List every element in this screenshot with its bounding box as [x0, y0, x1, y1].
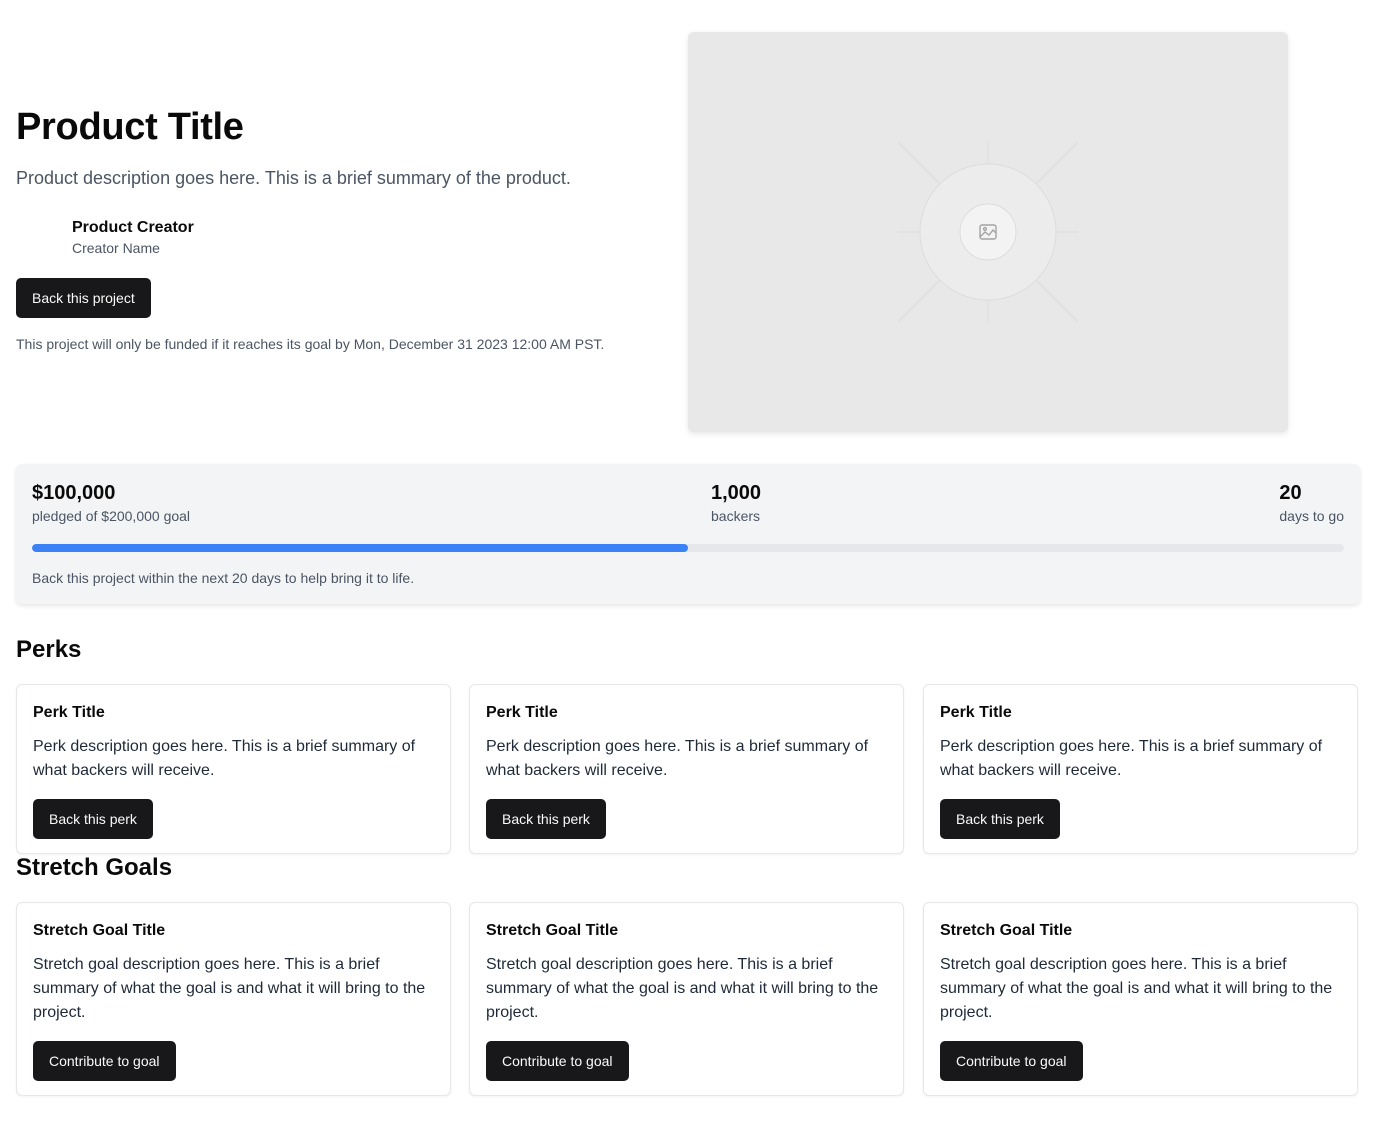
contribute-goal-button[interactable]: Contribute to goal — [940, 1041, 1083, 1081]
image-placeholder-icon — [897, 141, 1079, 323]
backers-stat: 1,000 backers — [711, 482, 761, 524]
back-perk-button[interactable]: Back this perk — [33, 799, 153, 839]
perk-title: Perk Title — [33, 704, 105, 721]
backers-count: 1,000 — [711, 482, 762, 504]
stretch-goal-title: Stretch Goal Title — [940, 922, 1073, 939]
perk-title: Perk Title — [486, 704, 558, 721]
days-label: days to go — [1279, 508, 1344, 524]
stretch-goals-heading: Stretch Goals — [16, 854, 173, 881]
hero-section: Product Title Product description goes h… — [16, 32, 1360, 432]
funding-progress-fill — [32, 544, 688, 552]
perks-heading: Perks — [16, 636, 82, 663]
contribute-goal-button[interactable]: Contribute to goal — [486, 1041, 629, 1081]
pledged-amount: $100,000 — [32, 482, 116, 504]
funding-progress-bar — [32, 544, 1344, 552]
hero-info: Product Title Product description goes h… — [16, 32, 666, 432]
creator-label: Product Creator — [72, 219, 194, 236]
stretch-goal-card: Stretch Goal Title Stretch goal descript… — [923, 902, 1358, 1096]
creator-block: Product Creator Creator Name — [72, 219, 194, 256]
perk-card: Perk Title Perk description goes here. T… — [469, 684, 904, 854]
back-perk-button[interactable]: Back this perk — [940, 799, 1060, 839]
stretch-goal-description: Stretch goal description goes here. This… — [33, 956, 426, 1021]
perk-card: Perk Title Perk description goes here. T… — [16, 684, 451, 854]
days-stat: 20 days to go — [1279, 482, 1344, 524]
stretch-goal-description: Stretch goal description goes here. This… — [486, 956, 879, 1021]
stretch-goal-card: Stretch Goal Title Stretch goal descript… — [469, 902, 904, 1096]
perk-title: Perk Title — [940, 704, 1012, 721]
product-description: Product description goes here. This is a… — [16, 168, 571, 188]
back-project-button[interactable]: Back this project — [16, 278, 151, 318]
backers-label: backers — [711, 508, 761, 524]
pledged-label: pledged of $200,000 goal — [32, 508, 191, 524]
funding-stats: $100,000 pledged of $200,000 goal 1,000 … — [16, 464, 1360, 604]
stats-note: Back this project within the next 20 day… — [32, 570, 415, 586]
perk-description: Perk description goes here. This is a br… — [486, 738, 869, 779]
product-image-placeholder — [688, 32, 1288, 432]
perk-card: Perk Title Perk description goes here. T… — [923, 684, 1358, 854]
back-perk-button[interactable]: Back this perk — [486, 799, 606, 839]
stretch-goal-description: Stretch goal description goes here. This… — [940, 956, 1333, 1021]
page-title: Product Title — [16, 106, 244, 148]
creator-name: Creator Name — [72, 240, 160, 256]
perk-description: Perk description goes here. This is a br… — [33, 738, 416, 779]
stretch-goal-title: Stretch Goal Title — [33, 922, 166, 939]
pledged-stat: $100,000 pledged of $200,000 goal — [32, 482, 190, 524]
funding-note: This project will only be funded if it r… — [16, 336, 605, 352]
stretch-goal-card: Stretch Goal Title Stretch goal descript… — [16, 902, 451, 1096]
perk-description: Perk description goes here. This is a br… — [940, 738, 1323, 779]
stretch-goal-title: Stretch Goal Title — [486, 922, 619, 939]
days-count: 20 — [1279, 482, 1302, 504]
contribute-goal-button[interactable]: Contribute to goal — [33, 1041, 176, 1081]
